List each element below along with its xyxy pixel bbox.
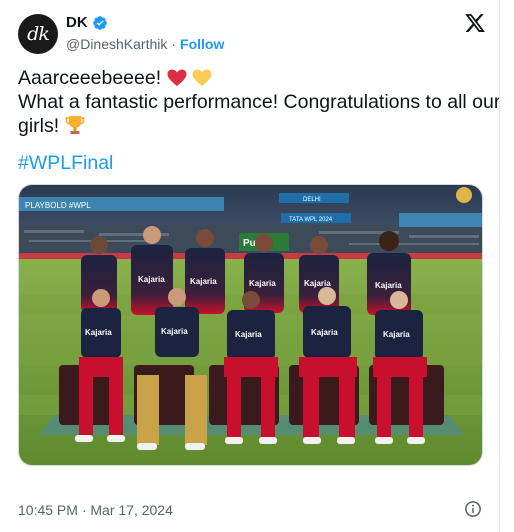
yellow-heart-icon	[192, 69, 212, 86]
banner-center-top-text: DELHI	[303, 197, 321, 203]
info-icon[interactable]	[464, 500, 482, 518]
jersey-sponsor-5: Kajaria	[375, 281, 402, 290]
team-photo-image: PLAYBOLD #WPL DELHI TATA WPL 2024 Pu Kaj…	[19, 185, 482, 465]
board-text: Pu	[243, 238, 256, 249]
jersey-sponsor-6: Kajaria	[85, 328, 112, 337]
tweet-line-1: Aaarceeebeeee!	[18, 66, 488, 90]
jersey-sponsor-3: Kajaria	[249, 279, 276, 288]
author-name[interactable]: DK	[66, 14, 88, 31]
handle-row: @DineshKarthik · Follow	[66, 36, 224, 52]
banner-center-text: TATA WPL 2024	[289, 217, 333, 223]
tweet-timestamp[interactable]: 10:45 PM · Mar 17, 2024	[18, 502, 173, 518]
separator-dot: ·	[171, 36, 177, 52]
tweet-header: dk DK @DineshKarthik · Follow	[18, 12, 486, 54]
jersey-sponsor-10: Kajaria	[383, 330, 410, 339]
hashtag-link[interactable]: #WPLFinal	[18, 152, 113, 175]
tweet-text: Aaarceeebeeee! What a fantastic performa…	[18, 66, 501, 138]
rcb-logo-icon	[456, 187, 472, 203]
author-handle[interactable]: @DineshKarthik	[66, 36, 167, 52]
red-heart-icon	[167, 69, 187, 86]
card-border	[499, 0, 500, 532]
banner-left-text: PLAYBOLD #WPL	[25, 201, 91, 210]
x-logo-icon[interactable]	[464, 12, 486, 34]
tweet-line-2: What a fantastic performance! Congratula…	[18, 91, 501, 113]
jersey-sponsor-9: Kajaria	[311, 328, 338, 337]
tweet-line-1-text: Aaarceeebeeee!	[18, 67, 162, 89]
jersey-sponsor-1: Kajaria	[138, 275, 165, 284]
follow-button[interactable]: Follow	[180, 36, 224, 52]
jersey-sponsor-8: Kajaria	[235, 330, 262, 339]
jersey-sponsor-7: Kajaria	[161, 327, 188, 336]
jersey-sponsor-4: Kajaria	[304, 279, 331, 288]
jersey-sponsor-2: Kajaria	[190, 277, 217, 286]
trophy-icon	[65, 116, 84, 134]
tweet-line-3-text: girls!	[18, 115, 60, 137]
tweet-card: dk DK @DineshKarthik · Follow Aaarceeebe…	[0, 0, 500, 532]
tweet-line-3: girls!	[18, 114, 488, 138]
author-name-row: DK	[66, 14, 108, 31]
verified-badge-icon	[92, 15, 107, 30]
avatar[interactable]: dk	[18, 14, 58, 54]
team-photo[interactable]: PLAYBOLD #WPL DELHI TATA WPL 2024 Pu Kaj…	[18, 184, 483, 466]
